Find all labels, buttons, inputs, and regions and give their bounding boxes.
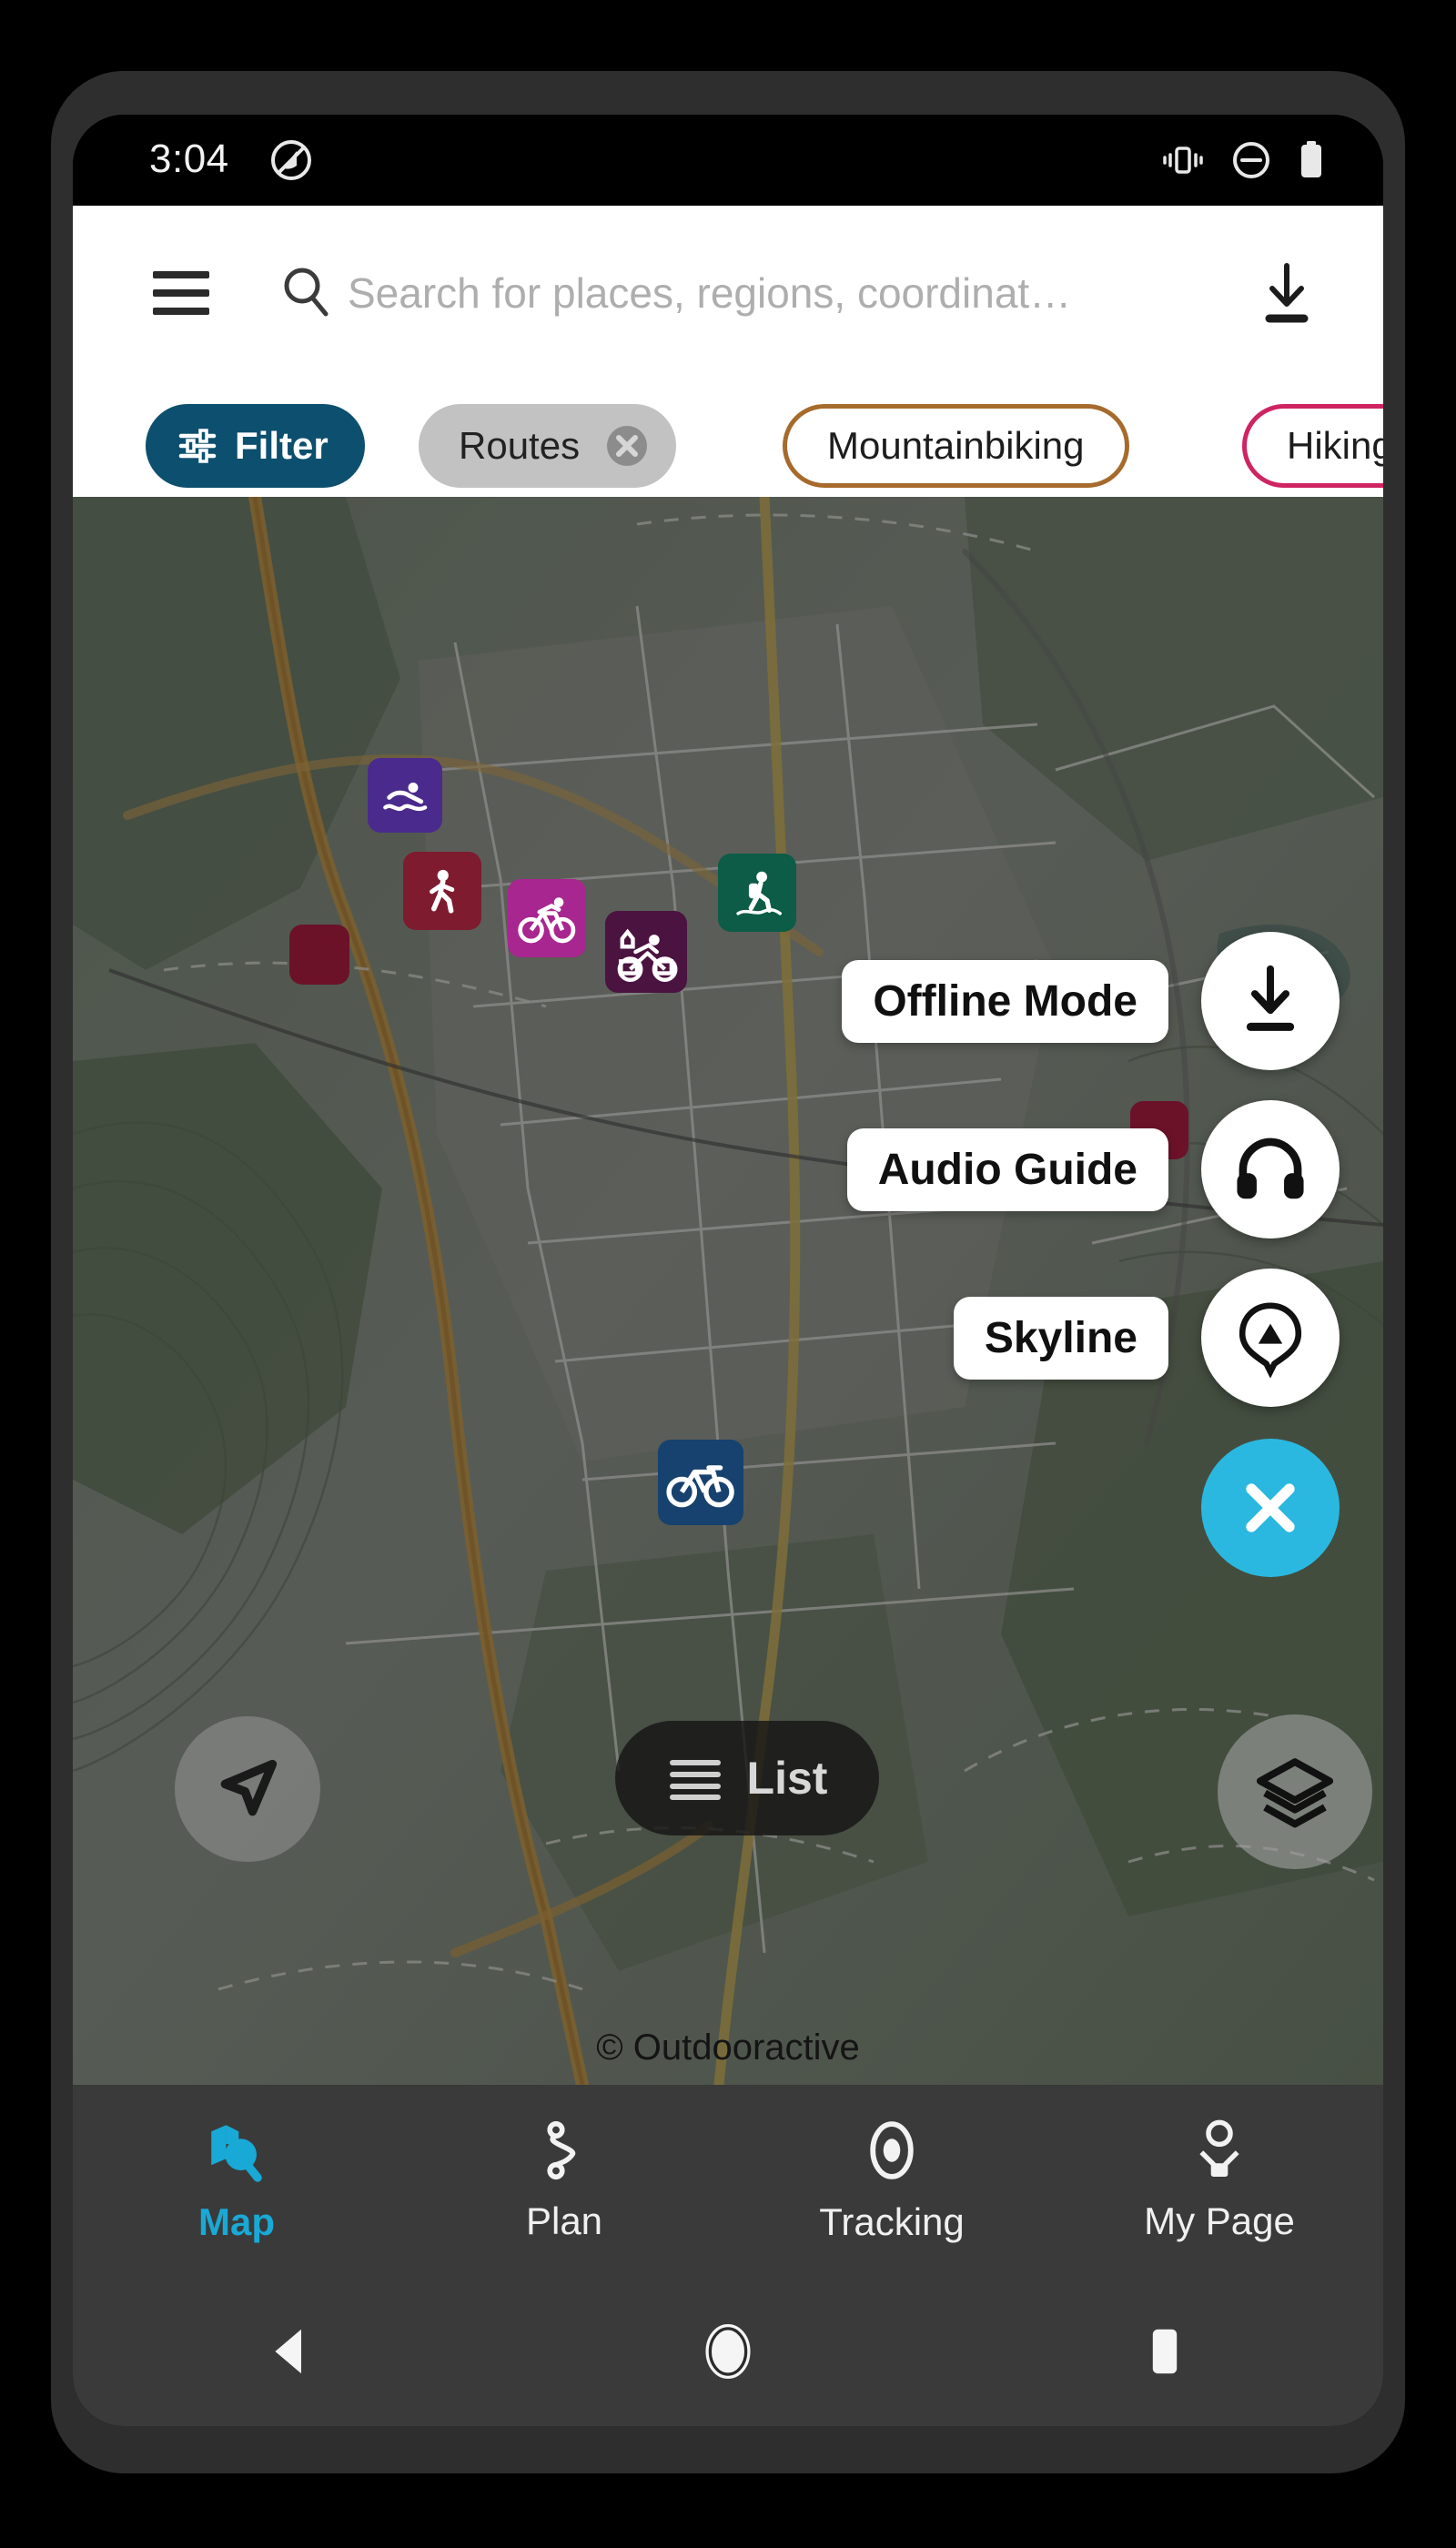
cycling-poi[interactable] [658, 1440, 743, 1525]
chip-routes[interactable]: Routes [419, 404, 677, 488]
cycletouring-poi[interactable] [605, 911, 687, 993]
walking-poi[interactable] [403, 852, 481, 930]
filter-chips-row: Filter Routes Mountainbiking Hiking t [73, 395, 1383, 497]
action-skyline-label[interactable]: Skyline [953, 1296, 1168, 1380]
action-audio-guide[interactable]: Audio Guide [846, 1100, 1340, 1239]
list-button-label: List [746, 1753, 828, 1804]
vibrate-icon [1163, 147, 1203, 174]
recents-square-icon[interactable] [1110, 2297, 1219, 2406]
chip-hiking[interactable]: Hiking t [1242, 404, 1383, 488]
nav-item-tracking-label: Tracking [819, 2200, 965, 2243]
map-search-icon [211, 2125, 262, 2182]
search-icon [284, 268, 329, 317]
cluster-poi[interactable] [289, 925, 349, 985]
nav-item-plan-label: Plan [525, 2199, 603, 2242]
user-account-icon [1199, 2119, 1239, 2177]
chip-mountainbiking[interactable]: Mountainbiking [783, 404, 1129, 488]
search-input[interactable] [346, 256, 1168, 330]
tracking-target-icon [870, 2121, 914, 2179]
headphones-icon[interactable] [1201, 1100, 1340, 1239]
map-attribution: © Outdooractive [596, 2027, 860, 2068]
phone-frame: 3:04 Search for places, regions, coordin… [51, 71, 1405, 2473]
chip-hiking-label: Hiking t [1287, 424, 1383, 467]
chip-routes-label: Routes [459, 424, 581, 467]
navigation-arrow-icon[interactable] [175, 1716, 320, 1862]
close-speeddial-button[interactable] [1201, 1439, 1340, 1577]
route-plan-icon [547, 2120, 575, 2180]
list-lines-icon [669, 1760, 721, 1800]
battery-icon [1301, 141, 1321, 177]
action-offline-mode[interactable]: Offline Mode [842, 932, 1340, 1070]
offline-mode-download-icon[interactable] [1201, 932, 1340, 1070]
do-not-disturb-icon [1233, 142, 1269, 178]
map-view[interactable]: Offline Mode Audio Guide Skyline List © … [73, 497, 1383, 2085]
chip-filter[interactable]: Filter [146, 404, 365, 488]
nav-item-map-label: Map [198, 2200, 275, 2243]
skyline-pin-icon[interactable] [1201, 1269, 1340, 1407]
nav-item-tracking[interactable]: Tracking [728, 2117, 1056, 2244]
hamburger-menu-icon[interactable] [153, 271, 209, 315]
nav-item-my-page-label: My Page [1144, 2199, 1295, 2242]
action-audio-guide-label[interactable]: Audio Guide [846, 1127, 1168, 1211]
swimming-poi[interactable] [368, 758, 442, 833]
action-offline-mode-label[interactable]: Offline Mode [842, 959, 1168, 1043]
chip-filter-label: Filter [235, 424, 329, 467]
status-bar: 3:04 [73, 115, 1383, 206]
nav-item-plan[interactable]: Plan [400, 2118, 728, 2243]
status-bar-time: 3:04 [149, 136, 229, 181]
download-icon[interactable] [1256, 262, 1318, 329]
search-header [73, 206, 1383, 395]
list-button[interactable]: List [615, 1721, 879, 1835]
nav-item-map[interactable]: Map [73, 2117, 400, 2244]
status-bar-icons [1161, 138, 1325, 182]
home-circle-icon[interactable] [673, 2297, 783, 2406]
phone-screen: 3:04 Search for places, regions, coordin… [73, 115, 1383, 2426]
action-skyline[interactable]: Skyline [953, 1269, 1340, 1407]
chip-mountainbiking-label: Mountainbiking [827, 424, 1085, 467]
nav-item-my-page[interactable]: My Page [1056, 2118, 1383, 2243]
bottom-navigation: Map Plan Tracking My Page [73, 2085, 1383, 2276]
filter-sliders-icon [178, 429, 217, 463]
android-navigation-bar [73, 2276, 1383, 2426]
chip-remove-close-icon[interactable] [603, 422, 651, 470]
map-layers-icon[interactable] [1218, 1714, 1372, 1869]
hiking-poi[interactable] [718, 854, 796, 932]
back-triangle-icon[interactable] [237, 2297, 346, 2406]
outdooractive-logo-icon [271, 140, 311, 180]
mountainbiking-poi[interactable] [508, 879, 586, 957]
